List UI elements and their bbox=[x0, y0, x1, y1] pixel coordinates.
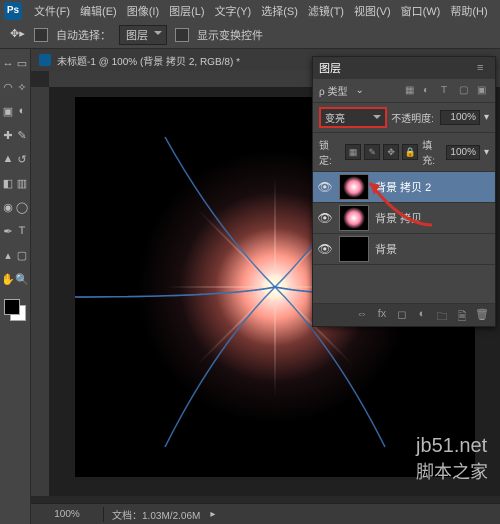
new-layer-icon[interactable]: 🗎 bbox=[455, 308, 469, 322]
marquee-tool[interactable]: ▭ bbox=[16, 53, 28, 73]
link-icon[interactable]: ⇔ bbox=[355, 308, 369, 322]
panel-menu-icon[interactable]: ≡ bbox=[477, 62, 489, 74]
path-select-tool[interactable]: ▴ bbox=[2, 245, 14, 265]
blur-tool[interactable]: ◉ bbox=[2, 197, 14, 217]
opacity-arrow-icon[interactable]: ▾ bbox=[484, 112, 489, 123]
filter-type-icon[interactable]: T bbox=[441, 85, 453, 97]
layer-row[interactable]: 👁 背景 bbox=[313, 234, 495, 265]
type-tool[interactable]: T bbox=[16, 221, 28, 241]
lock-label: 锁定: bbox=[319, 137, 337, 167]
move-tool-icon: ✥▸ bbox=[10, 27, 26, 43]
pen-tool[interactable]: ✒ bbox=[2, 221, 14, 241]
wand-tool[interactable]: ✧ bbox=[16, 77, 28, 97]
layer-thumb[interactable] bbox=[339, 236, 369, 262]
lock-paint-icon[interactable]: ✎ bbox=[364, 144, 380, 160]
blend-mode-dropdown[interactable]: 变亮 bbox=[319, 107, 387, 128]
menu-help[interactable]: 帮助(H) bbox=[446, 3, 491, 19]
lock-fill-row: 锁定: ▦ ✎ ✥ 🔒 填充: 100% ▾ bbox=[313, 133, 495, 172]
zoom-tool[interactable]: 🔍 bbox=[16, 269, 28, 289]
lock-trans-icon[interactable]: ▦ bbox=[345, 144, 361, 160]
dodge-tool[interactable]: ◯ bbox=[16, 197, 28, 217]
filter-kind-label: ρ 类型 bbox=[319, 83, 347, 98]
lock-all-icon[interactable]: 🔒 bbox=[402, 144, 418, 160]
tab-layers[interactable]: 图层 bbox=[319, 60, 341, 76]
menu-filter[interactable]: 滤镜(T) bbox=[304, 3, 348, 19]
gradient-tool[interactable]: ▥ bbox=[16, 173, 28, 193]
watermark: jb51.net 脚本之家 bbox=[416, 435, 488, 484]
menu-window[interactable]: 窗口(W) bbox=[397, 3, 445, 19]
layer-thumb[interactable] bbox=[339, 174, 369, 200]
menu-image[interactable]: 图像(I) bbox=[123, 3, 163, 19]
menu-file[interactable]: 文件(F) bbox=[30, 3, 74, 19]
watermark-cn: 脚本之家 bbox=[416, 458, 488, 484]
layer-filter-row: ρ 类型 ⌄ ▦ ◐ T ▢ ▣ bbox=[313, 79, 495, 103]
watermark-url: jb51.net bbox=[416, 435, 487, 457]
filter-pixel-icon[interactable]: ▦ bbox=[405, 85, 417, 97]
visibility-icon[interactable]: 👁 bbox=[317, 211, 333, 225]
menu-view[interactable]: 视图(V) bbox=[350, 3, 395, 19]
layer-row[interactable]: 👁 背景 拷贝 bbox=[313, 203, 495, 234]
fill-arrow-icon[interactable]: ▾ bbox=[484, 147, 489, 158]
status-arrow-icon[interactable]: ▸ bbox=[210, 509, 215, 520]
filter-adjust-icon[interactable]: ◐ bbox=[423, 85, 435, 97]
auto-select-target-dropdown[interactable]: 图层 bbox=[119, 25, 167, 45]
hand-tool[interactable]: ✋ bbox=[2, 269, 14, 289]
show-transform-checkbox[interactable] bbox=[175, 28, 189, 42]
filter-smart-icon[interactable]: ▣ bbox=[477, 85, 489, 97]
layer-name[interactable]: 背景 拷贝 2 bbox=[375, 179, 431, 195]
visibility-icon[interactable]: 👁 bbox=[317, 180, 333, 194]
eraser-tool[interactable]: ◧ bbox=[2, 173, 14, 193]
doc-ps-icon bbox=[39, 54, 51, 66]
options-bar: ✥▸ 自动选择： 图层 显示变换控件 bbox=[0, 22, 500, 49]
lock-move-icon[interactable]: ✥ bbox=[383, 144, 399, 160]
layer-thumb[interactable] bbox=[339, 205, 369, 231]
document-title: 未标题-1 @ 100% (背景 拷贝 2, RGB/8) * bbox=[57, 53, 240, 68]
menu-edit[interactable]: 编辑(E) bbox=[76, 3, 121, 19]
zoom-level[interactable]: 100% bbox=[31, 507, 104, 522]
layers-empty-area bbox=[313, 265, 495, 304]
ruler-vertical[interactable] bbox=[31, 87, 50, 496]
auto-select-label: 自动选择： bbox=[56, 27, 111, 43]
doc-size: 文档：1.03M/2.06M bbox=[104, 505, 208, 524]
menu-type[interactable]: 文字(Y) bbox=[211, 3, 256, 19]
fill-label: 填充: bbox=[422, 137, 440, 167]
blend-opacity-row: 变亮 不透明度: 100% ▾ bbox=[313, 103, 495, 133]
show-transform-label: 显示变换控件 bbox=[197, 27, 263, 43]
heal-tool[interactable]: ✚ bbox=[2, 125, 14, 145]
history-brush-tool[interactable]: ↺ bbox=[16, 149, 28, 169]
brush-tool[interactable]: ✎ bbox=[16, 125, 28, 145]
layer-row[interactable]: 👁 背景 拷贝 2 bbox=[313, 172, 495, 203]
mask-icon[interactable]: ◻ bbox=[395, 308, 409, 322]
color-swatch[interactable] bbox=[4, 299, 26, 321]
adjust-icon[interactable]: ◐ bbox=[415, 308, 429, 322]
crop-tool[interactable]: ▣ bbox=[2, 101, 14, 121]
status-bar: 100% 文档：1.03M/2.06M ▸ bbox=[31, 503, 500, 524]
menu-select[interactable]: 选择(S) bbox=[257, 3, 302, 19]
layer-name[interactable]: 背景 拷贝 bbox=[375, 210, 422, 226]
lasso-tool[interactable]: ◠ bbox=[2, 77, 14, 97]
panel-tabs: 图层 ≡ bbox=[313, 57, 495, 79]
layers-panel: 图层 ≡ ρ 类型 ⌄ ▦ ◐ T ▢ ▣ 变亮 不透明度: 100% ▾ 锁定… bbox=[312, 56, 496, 327]
app-icon: Ps bbox=[4, 2, 22, 20]
fill-input[interactable]: 100% bbox=[446, 145, 480, 160]
delete-icon[interactable]: 🗑 bbox=[475, 308, 489, 322]
shape-tool[interactable]: ▢ bbox=[16, 245, 28, 265]
group-icon[interactable]: 🗀 bbox=[435, 308, 449, 322]
toolbox: ↔ ▭ ◠ ✧ ▣ ◐ ✚ ✎ ▲ ↺ ◧ ▥ ◉ ◯ ✒ T bbox=[0, 49, 31, 524]
fx-icon[interactable]: fx bbox=[375, 308, 389, 322]
menubar: Ps 文件(F) 编辑(E) 图像(I) 图层(L) 文字(Y) 选择(S) 滤… bbox=[0, 0, 500, 22]
layer-name[interactable]: 背景 bbox=[375, 241, 397, 257]
visibility-icon[interactable]: 👁 bbox=[317, 242, 333, 256]
stamp-tool[interactable]: ▲ bbox=[2, 149, 14, 169]
menu-layer[interactable]: 图层(L) bbox=[165, 3, 208, 19]
foreground-color[interactable] bbox=[4, 299, 20, 315]
opacity-label: 不透明度: bbox=[391, 110, 434, 125]
filter-shape-icon[interactable]: ▢ bbox=[459, 85, 471, 97]
auto-select-checkbox[interactable] bbox=[34, 28, 48, 42]
opacity-input[interactable]: 100% bbox=[440, 110, 480, 125]
eyedropper-tool[interactable]: ◐ bbox=[16, 101, 28, 121]
move-tool[interactable]: ↔ bbox=[2, 53, 14, 73]
layers-footer: ⇔ fx ◻ ◐ 🗀 🗎 🗑 bbox=[313, 304, 495, 326]
